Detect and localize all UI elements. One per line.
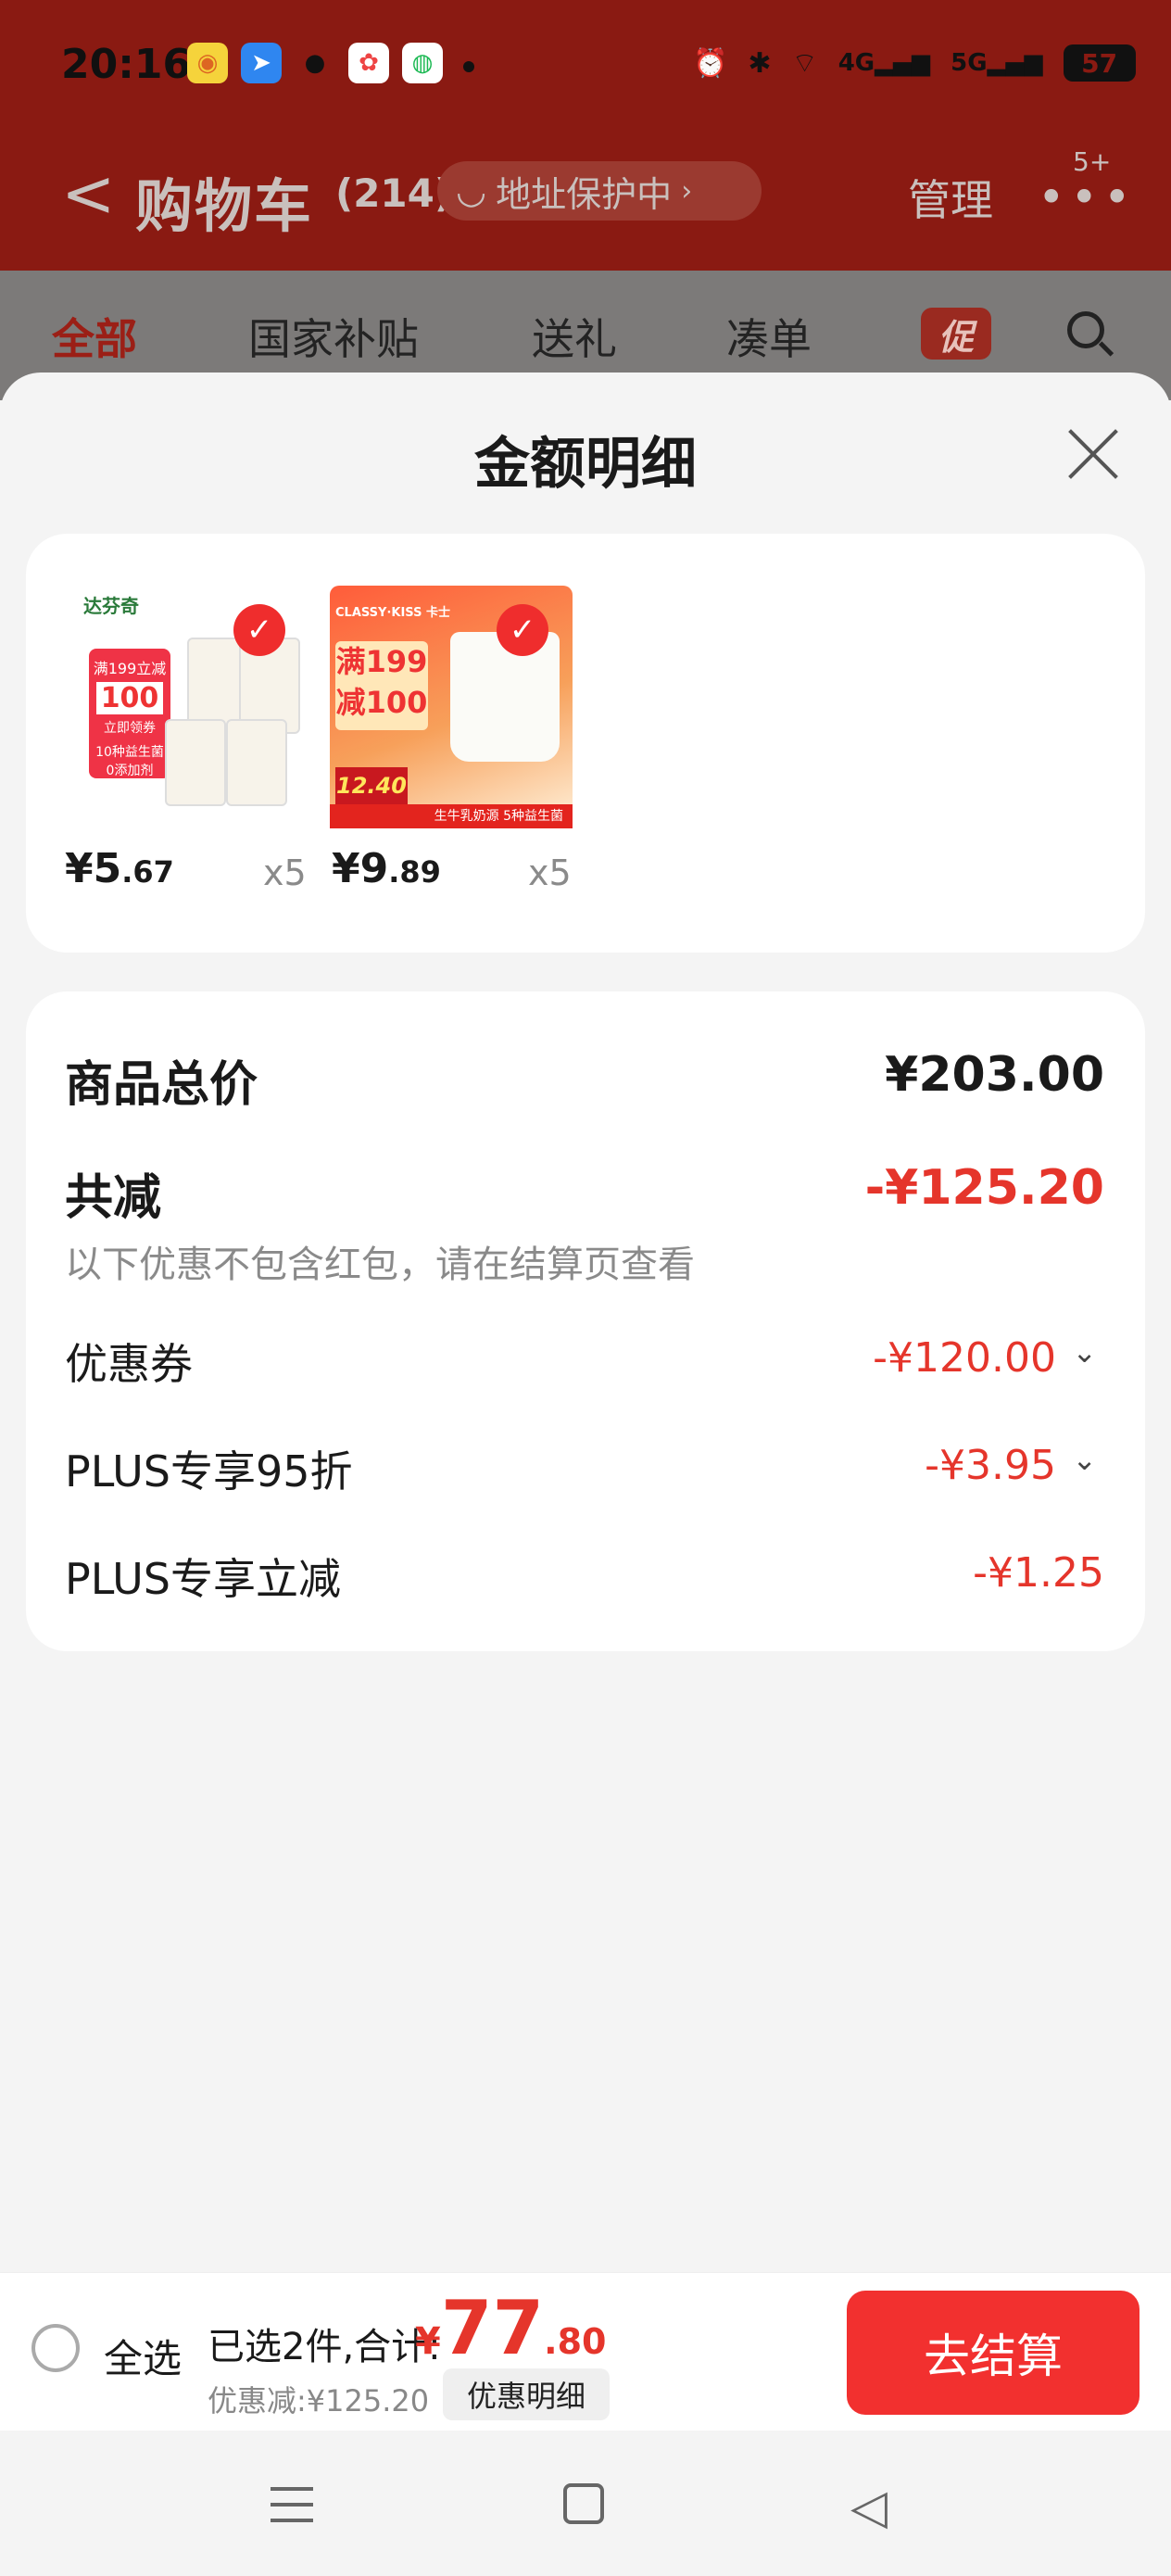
discount-summary: 优惠减:¥125.20: [208, 2383, 430, 2418]
smile-icon: ◡: [456, 170, 487, 211]
total-reduce-value: -¥125.20: [864, 1160, 1104, 1216]
app-grid-icon: ✿: [348, 43, 389, 83]
product-2-promo-price: 12.40: [335, 767, 408, 804]
tab-national-subsidy[interactable]: 国家补贴: [248, 306, 419, 367]
page-title: 购物车: [135, 172, 314, 240]
plus-discount-label: PLUS专享95折: [65, 1446, 353, 1496]
chevron-down-icon[interactable]: ⌄: [1072, 1334, 1097, 1370]
product-2-qty: x5: [528, 852, 572, 893]
cart-count: (214): [335, 170, 453, 216]
product-1-feature-2: 0添加剂: [106, 764, 154, 778]
search-icon[interactable]: [1067, 311, 1104, 348]
selected-summary: 已选2件,合计:: [208, 2326, 441, 2368]
notification-dot-icon: [463, 61, 474, 72]
product-1-feature-1: 10种益生菌: [95, 745, 164, 760]
product-2-promo-line1: 满199: [335, 644, 428, 679]
product-2-features: 生牛乳奶源 5种益生菌: [330, 804, 573, 828]
total-reduce-label: 共减: [65, 1170, 162, 1226]
plus-reduce-value: -¥1.25: [973, 1549, 1104, 1597]
back-button[interactable]: <: [61, 156, 116, 232]
weibo-icon: ◉: [187, 43, 228, 83]
product-1-brand: 达芬奇: [83, 595, 139, 617]
wechat-icon: ●: [304, 49, 326, 77]
total-amount: ¥77.80: [415, 2285, 607, 2371]
tab-all[interactable]: 全部: [52, 306, 137, 367]
more-badge: 5+: [1073, 146, 1112, 177]
total-price-value: ¥203.00: [885, 1047, 1104, 1103]
close-icon[interactable]: [1064, 424, 1123, 484]
bluetooth-icon: ✱: [748, 46, 772, 80]
checkout-button[interactable]: 去结算: [847, 2291, 1140, 2415]
product-1-qty: x5: [263, 852, 307, 893]
home-icon[interactable]: [563, 2483, 604, 2524]
product-1-promo-coupon: 立即领券: [104, 721, 156, 736]
tab-bundle[interactable]: 凑单: [726, 306, 812, 367]
alarm-icon: ⏰: [693, 46, 728, 80]
total-price-label: 商品总价: [65, 1057, 258, 1113]
chevron-down-icon[interactable]: ⌄: [1072, 1442, 1097, 1477]
tab-gift[interactable]: 送礼: [532, 306, 617, 367]
manage-button[interactable]: 管理: [908, 167, 993, 228]
signal-4g-icon: 4G▂▄▆: [837, 49, 931, 77]
status-app-icons: ◉ ➤ ● ✿ ◍: [187, 43, 443, 83]
status-system-icons: ⏰ ✱ ⌔ 4G▂▄▆ 5G▂▄▆ 57: [693, 44, 1136, 82]
coupon-value: -¥120.00: [873, 1334, 1056, 1382]
plus-reduce-label: PLUS专享立减: [65, 1554, 341, 1604]
plus-discount-value: -¥3.95: [925, 1442, 1056, 1489]
tab-promo[interactable]: 促: [921, 308, 991, 360]
product-2-checked-icon[interactable]: ✓: [497, 604, 548, 656]
feishu-icon: ➤: [241, 43, 282, 83]
chevron-right-icon: ›: [681, 174, 693, 208]
product-1-price: ¥5.67: [65, 845, 174, 892]
signal-5g-icon: 5G▂▄▆: [951, 49, 1043, 77]
select-all-radio[interactable]: [31, 2324, 80, 2372]
product-1-promo-text: 满199立减: [93, 660, 167, 677]
music-icon: ◍: [402, 43, 443, 83]
wifi-icon: ⌔: [791, 47, 818, 80]
product-2-brand: CLASSY·KISS 卡士: [335, 606, 450, 620]
product-1-checked-icon[interactable]: ✓: [233, 604, 285, 656]
more-menu-icon[interactable]: •••: [1038, 170, 1136, 224]
select-all-label[interactable]: 全选: [104, 2328, 182, 2384]
reduce-note: 以下优惠不包含红包，请在结算页查看: [65, 1244, 695, 1286]
battery-icon: 57: [1063, 44, 1136, 82]
coupon-label: 优惠券: [65, 1339, 193, 1389]
back-triangle-icon[interactable]: ◁: [850, 2480, 888, 2535]
status-time: 20:16: [61, 41, 192, 88]
address-protection-pill[interactable]: ◡ 地址保护中 ›: [437, 161, 762, 221]
discount-detail-button[interactable]: 优惠明细: [443, 2368, 610, 2420]
sheet-title: 金额明细: [474, 432, 697, 497]
recent-apps-icon[interactable]: [271, 2487, 313, 2534]
product-2-promo-line2: 减100: [335, 685, 428, 720]
product-1-promo-amount: 100: [96, 682, 163, 714]
address-pill-label: 地址保护中: [496, 173, 673, 215]
product-2-price: ¥9.89: [332, 845, 441, 892]
